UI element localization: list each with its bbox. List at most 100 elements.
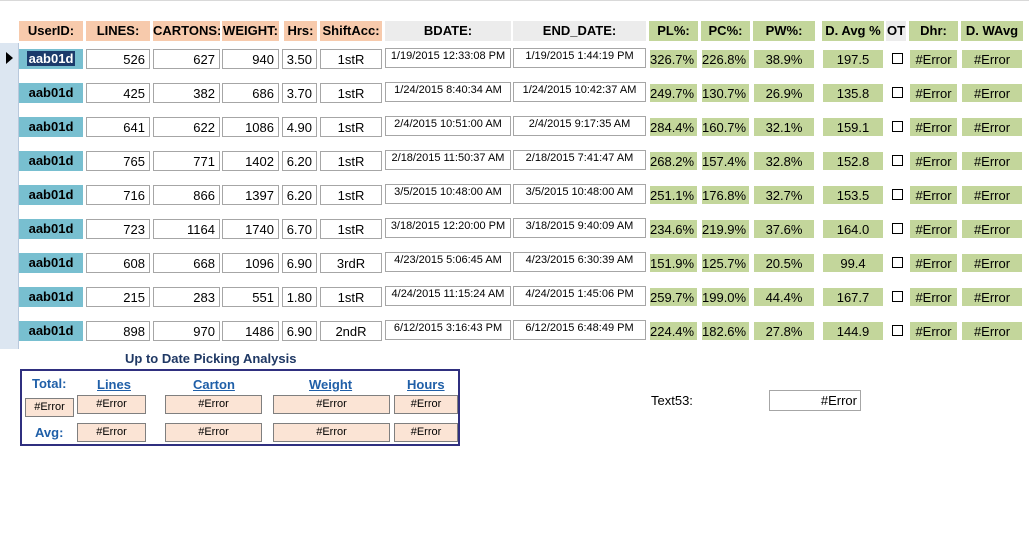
ot-checkbox[interactable]	[892, 325, 903, 336]
col-hours-link[interactable]: Hours	[407, 377, 445, 392]
pc-field[interactable]: 130.7%	[701, 83, 750, 103]
total-lines-field[interactable]: #Error	[77, 395, 146, 414]
bdate-field[interactable]: 2/4/2015 10:51:00 AM	[385, 116, 511, 136]
end-date-field[interactable]: 6/12/2015 6:48:49 PM	[513, 320, 646, 340]
dwavg-field[interactable]: #Error	[961, 151, 1023, 171]
ot-checkbox[interactable]	[892, 121, 903, 132]
pw-field[interactable]: 38.9%	[753, 49, 815, 69]
dwavg-field[interactable]: #Error	[961, 83, 1023, 103]
userid-field[interactable]: aab01d	[19, 253, 83, 273]
cartons-field[interactable]: 283	[153, 287, 220, 307]
weight-field[interactable]: 1486	[222, 321, 279, 341]
ot-checkbox[interactable]	[892, 257, 903, 268]
davg-field[interactable]: 197.5	[822, 49, 884, 69]
dhr-field[interactable]: #Error	[909, 185, 958, 205]
hrs-field[interactable]: 6.20	[282, 151, 317, 171]
avg-weight-field[interactable]: #Error	[273, 423, 390, 442]
pl-field[interactable]: 151.9%	[649, 253, 698, 273]
davg-field[interactable]: 153.5	[822, 185, 884, 205]
dwavg-field[interactable]: #Error	[961, 49, 1023, 69]
pc-field[interactable]: 160.7%	[701, 117, 750, 137]
bdate-field[interactable]: 4/23/2015 5:06:45 AM	[385, 252, 511, 272]
avg-carton-field[interactable]: #Error	[165, 423, 262, 442]
pc-field[interactable]: 157.4%	[701, 151, 750, 171]
cartons-field[interactable]: 622	[153, 117, 220, 137]
hrs-field[interactable]: 6.90	[282, 321, 317, 341]
dhr-field[interactable]: #Error	[909, 219, 958, 239]
pw-field[interactable]: 37.6%	[753, 219, 815, 239]
pl-field[interactable]: 326.7%	[649, 49, 698, 69]
lines-field[interactable]: 608	[86, 253, 150, 273]
pc-field[interactable]: 226.8%	[701, 49, 750, 69]
bdate-field[interactable]: 2/18/2015 11:50:37 AM	[385, 150, 511, 170]
ot-checkbox[interactable]	[892, 155, 903, 166]
cartons-field[interactable]: 1164	[153, 219, 220, 239]
dwavg-field[interactable]: #Error	[961, 117, 1023, 137]
pl-field[interactable]: 284.4%	[649, 117, 698, 137]
weight-field[interactable]: 940	[222, 49, 279, 69]
cartons-field[interactable]: 382	[153, 83, 220, 103]
col-weight-link[interactable]: Weight	[309, 377, 352, 392]
record-selector[interactable]	[0, 148, 19, 174]
hrs-field[interactable]: 3.50	[282, 49, 317, 69]
lines-field[interactable]: 723	[86, 219, 150, 239]
ot-checkbox[interactable]	[892, 223, 903, 234]
pl-field[interactable]: 268.2%	[649, 151, 698, 171]
end-date-field[interactable]: 1/19/2015 1:44:19 PM	[513, 48, 646, 68]
dwavg-field[interactable]: #Error	[961, 287, 1023, 307]
lines-field[interactable]: 641	[86, 117, 150, 137]
dwavg-field[interactable]: #Error	[961, 185, 1023, 205]
cartons-field[interactable]: 866	[153, 185, 220, 205]
pw-field[interactable]: 26.9%	[753, 83, 815, 103]
pw-field[interactable]: 32.8%	[753, 151, 815, 171]
pc-field[interactable]: 219.9%	[701, 219, 750, 239]
shiftacc-field[interactable]: 1stR	[320, 219, 382, 239]
col-carton-link[interactable]: Carton	[193, 377, 235, 392]
weight-field[interactable]: 1086	[222, 117, 279, 137]
total-first-field[interactable]: #Error	[25, 398, 74, 417]
cartons-field[interactable]: 970	[153, 321, 220, 341]
record-selector[interactable]	[0, 250, 19, 276]
avg-hours-field[interactable]: #Error	[394, 423, 458, 442]
hrs-field[interactable]: 1.80	[282, 287, 317, 307]
weight-field[interactable]: 1740	[222, 219, 279, 239]
col-lines-link[interactable]: Lines	[97, 377, 131, 392]
end-date-field[interactable]: 2/18/2015 7:41:47 AM	[513, 150, 646, 170]
pw-field[interactable]: 20.5%	[753, 253, 815, 273]
bdate-field[interactable]: 6/12/2015 3:16:43 PM	[385, 320, 511, 340]
pc-field[interactable]: 125.7%	[701, 253, 750, 273]
dwavg-field[interactable]: #Error	[961, 219, 1023, 239]
bdate-field[interactable]: 1/24/2015 8:40:34 AM	[385, 82, 511, 102]
dwavg-field[interactable]: #Error	[961, 321, 1023, 341]
lines-field[interactable]: 716	[86, 185, 150, 205]
davg-field[interactable]: 164.0	[822, 219, 884, 239]
pc-field[interactable]: 176.8%	[701, 185, 750, 205]
weight-field[interactable]: 1096	[222, 253, 279, 273]
hrs-field[interactable]: 6.90	[282, 253, 317, 273]
pl-field[interactable]: 249.7%	[649, 83, 698, 103]
lines-field[interactable]: 526	[86, 49, 150, 69]
end-date-field[interactable]: 3/18/2015 9:40:09 AM	[513, 218, 646, 238]
dhr-field[interactable]: #Error	[909, 321, 958, 341]
pl-field[interactable]: 234.6%	[649, 219, 698, 239]
end-date-field[interactable]: 2/4/2015 9:17:35 AM	[513, 116, 646, 136]
davg-field[interactable]: 159.1	[822, 117, 884, 137]
shiftacc-field[interactable]: 1stR	[320, 49, 382, 69]
end-date-field[interactable]: 4/24/2015 1:45:06 PM	[513, 286, 646, 306]
userid-field[interactable]: aab01d	[19, 117, 83, 137]
pc-field[interactable]: 182.6%	[701, 321, 750, 341]
record-selector[interactable]	[0, 318, 19, 344]
dhr-field[interactable]: #Error	[909, 83, 958, 103]
record-selector[interactable]	[0, 182, 19, 208]
weight-field[interactable]: 686	[222, 83, 279, 103]
shiftacc-field[interactable]: 1stR	[320, 287, 382, 307]
pl-field[interactable]: 259.7%	[649, 287, 698, 307]
cartons-field[interactable]: 668	[153, 253, 220, 273]
total-hours-field[interactable]: #Error	[394, 395, 458, 414]
dhr-field[interactable]: #Error	[909, 253, 958, 273]
bdate-field[interactable]: 4/24/2015 11:15:24 AM	[385, 286, 511, 306]
total-carton-field[interactable]: #Error	[165, 395, 262, 414]
userid-field[interactable]: aab01d	[19, 185, 83, 205]
shiftacc-field[interactable]: 1stR	[320, 83, 382, 103]
pl-field[interactable]: 251.1%	[649, 185, 698, 205]
